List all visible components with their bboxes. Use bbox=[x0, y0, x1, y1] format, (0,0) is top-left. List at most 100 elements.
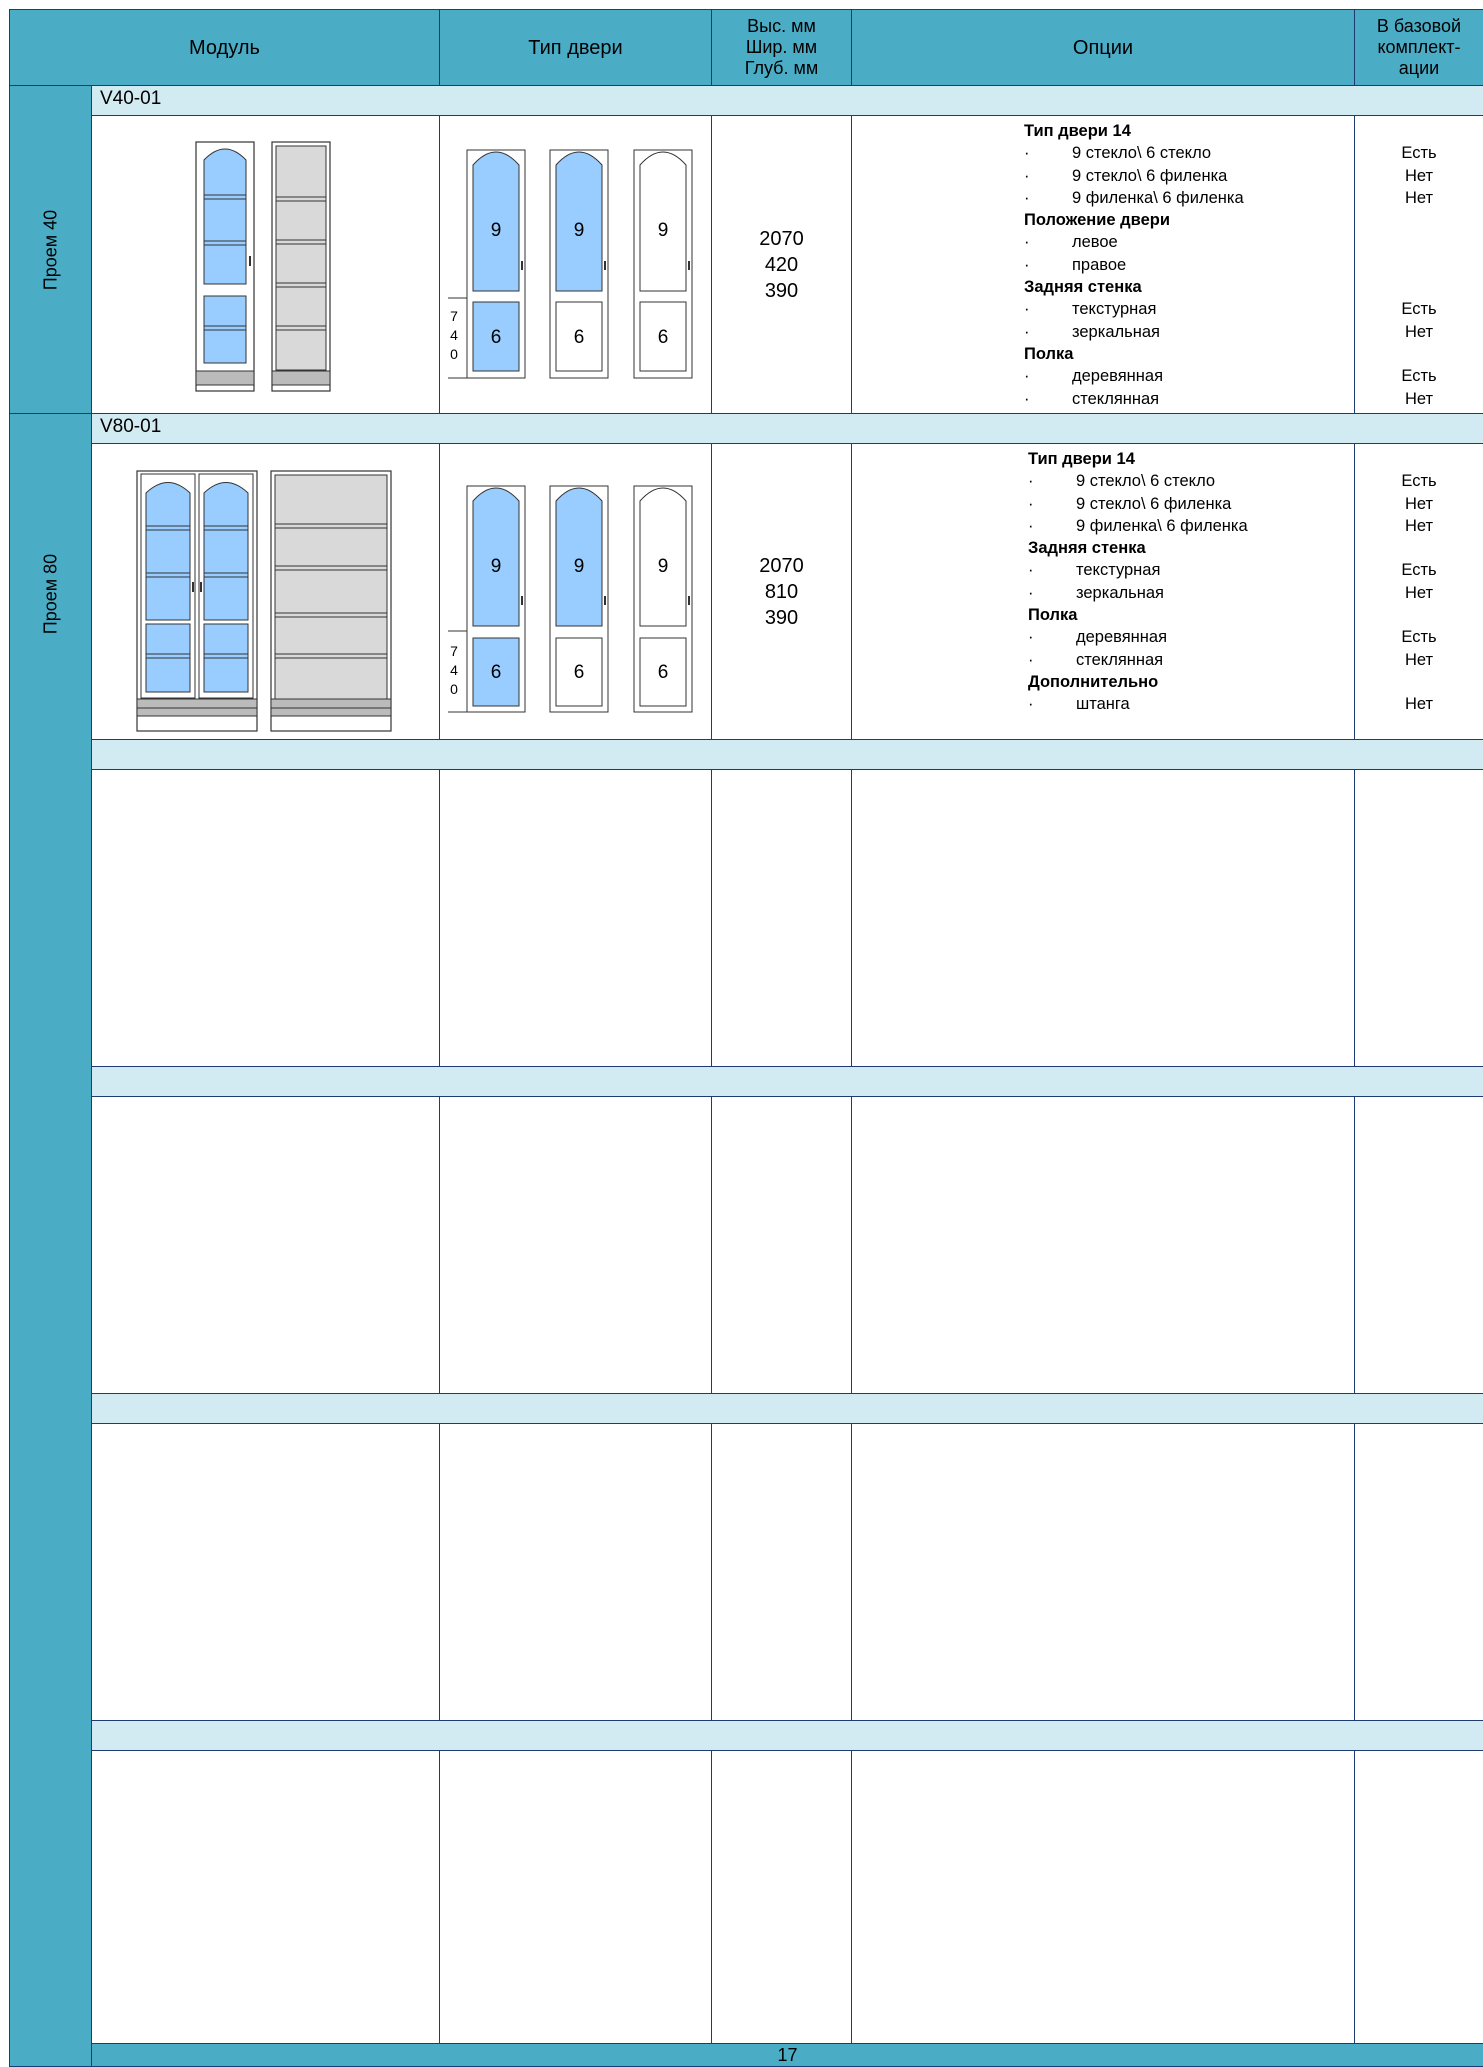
door-2-top-label: 9 bbox=[574, 220, 585, 241]
bullet: · bbox=[1024, 166, 1030, 185]
base-kit-value bbox=[1355, 671, 1483, 693]
header-dimensions: Выс. мм Шир. мм Глуб. мм bbox=[711, 9, 852, 86]
bullet: · bbox=[1028, 695, 1034, 714]
option-group-heading: Тип двери 14 bbox=[1024, 122, 1131, 140]
empty-cell bbox=[439, 1750, 712, 2044]
empty-cell bbox=[1354, 769, 1483, 1067]
base-kit-cell: Есть Нет Нет Есть Нет Есть Нет Нет bbox=[1354, 443, 1483, 740]
bullet: · bbox=[1028, 494, 1034, 513]
base-kit-value: Есть bbox=[1401, 300, 1437, 319]
empty-cell bbox=[439, 769, 712, 1067]
door-types-cell: 7 4 0 9 6 9 6 9 6 bbox=[439, 115, 712, 414]
door-dim-digit-2: 4 bbox=[450, 662, 458, 678]
base-kit-value: Есть bbox=[1401, 367, 1437, 386]
door-1-top-label: 9 bbox=[491, 556, 502, 577]
option-group-heading: Задняя стенка bbox=[1024, 278, 1142, 297]
door-3-top-label: 9 bbox=[658, 556, 669, 577]
option-item: · 9 стекло\ 6 филенка bbox=[1028, 493, 1354, 515]
empty-cell bbox=[1354, 1096, 1483, 1394]
base-kit-value bbox=[1355, 120, 1483, 142]
door-types-drawing: 7 4 0 9 6 9 6 9 6 bbox=[448, 485, 693, 713]
option-item: · стеклянная bbox=[1024, 388, 1354, 410]
option-item-label: 9 стекло\ 6 стекло bbox=[1072, 144, 1212, 163]
door-2-bottom-label: 6 bbox=[574, 327, 585, 348]
module-code-band: V80-01 bbox=[91, 413, 1483, 444]
bullet: · bbox=[1024, 322, 1030, 341]
door-3-bottom-label: 6 bbox=[658, 327, 669, 348]
bullet: · bbox=[1028, 561, 1034, 580]
option-item-label: левое bbox=[1072, 233, 1118, 252]
door-dim-digit-1: 7 bbox=[450, 643, 458, 659]
side-label-text: Проем 80 bbox=[40, 553, 60, 635]
header-dims-depth: Глуб. мм bbox=[744, 58, 819, 78]
empty-cell bbox=[711, 1423, 852, 1721]
option-item: · 9 филенка\ 6 филенка bbox=[1024, 187, 1354, 209]
base-kit-value: Нет bbox=[1404, 389, 1434, 408]
option-item-label: стеклянная bbox=[1076, 650, 1164, 669]
option-group-heading: Тип двери 14 bbox=[1028, 450, 1135, 468]
base-kit-value: Нет bbox=[1404, 494, 1434, 513]
cabinet-drawing-v80 bbox=[136, 470, 392, 732]
empty-row-band bbox=[91, 739, 1483, 770]
base-kit-value: Нет bbox=[1404, 695, 1434, 714]
dimensions-cell: 2070 420 390 bbox=[711, 115, 852, 414]
door-3-bottom-label: 6 bbox=[658, 662, 669, 683]
empty-cell bbox=[711, 1750, 852, 2044]
header-base-line2: комплект- bbox=[1377, 37, 1461, 57]
option-item: · правое bbox=[1024, 254, 1354, 276]
door-1-bottom-label: 6 bbox=[491, 662, 502, 683]
page-footer: 17 bbox=[91, 2043, 1483, 2067]
empty-cell bbox=[91, 1423, 440, 1721]
option-item: · 9 стекло\ 6 стекло bbox=[1024, 142, 1354, 164]
option-group-heading: Полка bbox=[1024, 344, 1074, 363]
cabinet-drawing-v40 bbox=[195, 141, 331, 392]
door-dim-digit-3: 0 bbox=[450, 346, 458, 362]
door-2-bottom-label: 6 bbox=[574, 662, 585, 683]
bullet: · bbox=[1024, 389, 1030, 408]
option-item-label: штанга bbox=[1076, 695, 1130, 714]
header-base-line1: В базовой bbox=[1376, 16, 1462, 36]
base-kit-value bbox=[1355, 231, 1483, 253]
base-kit-value bbox=[1355, 448, 1483, 470]
option-item-label: зеркальная bbox=[1076, 583, 1164, 602]
side-label-section-80: Проем 80 bbox=[9, 413, 92, 2067]
header-door-type-label: Тип двери bbox=[528, 36, 623, 59]
dim-height: 2070 bbox=[759, 554, 804, 577]
module-drawing-cell bbox=[91, 443, 440, 740]
empty-cell bbox=[91, 1096, 440, 1394]
door-dim-digit-1: 7 bbox=[450, 308, 458, 324]
header-base: В базовой комплект- ации bbox=[1354, 9, 1483, 86]
base-kit-value: Нет bbox=[1404, 322, 1434, 341]
base-kit-value: Нет bbox=[1404, 650, 1434, 669]
empty-cell bbox=[91, 769, 440, 1067]
empty-row-band bbox=[91, 1720, 1483, 1751]
option-item-label: правое bbox=[1072, 255, 1127, 274]
door-3-top-label: 9 bbox=[658, 220, 669, 241]
module-code: V40-01 bbox=[100, 88, 162, 109]
door-dim-digit-2: 4 bbox=[450, 327, 458, 343]
bullet: · bbox=[1028, 583, 1034, 602]
option-item-label: 9 стекло\ 6 стекло bbox=[1076, 472, 1216, 491]
option-item-label: деревянная bbox=[1072, 367, 1164, 386]
bullet: · bbox=[1028, 650, 1034, 669]
empty-cell bbox=[91, 1750, 440, 2044]
bullet: · bbox=[1024, 144, 1030, 163]
base-kit-value: Нет bbox=[1404, 583, 1434, 602]
base-kit-value: Есть bbox=[1401, 472, 1437, 491]
base-kit-value: Есть bbox=[1401, 144, 1437, 163]
header-dims-height: Выс. мм bbox=[747, 16, 816, 36]
header-options: Опции bbox=[851, 9, 1355, 86]
option-item-label: 9 стекло\ 6 филенка bbox=[1076, 494, 1232, 513]
dim-height: 2070 bbox=[759, 227, 804, 250]
option-item-label: 9 филенка\ 6 филенка bbox=[1072, 188, 1244, 207]
base-kit-value bbox=[1355, 537, 1483, 559]
module-drawing-cell bbox=[91, 115, 440, 414]
base-kit-value bbox=[1355, 604, 1483, 626]
module-code: V80-01 bbox=[100, 416, 162, 437]
option-item-label: зеркальная bbox=[1072, 322, 1160, 341]
bullet: · bbox=[1024, 300, 1030, 319]
option-group-heading: Задняя стенка bbox=[1028, 539, 1146, 558]
dim-width: 810 bbox=[764, 580, 799, 603]
option-item: · штанга bbox=[1028, 693, 1354, 715]
empty-cell bbox=[439, 1096, 712, 1394]
